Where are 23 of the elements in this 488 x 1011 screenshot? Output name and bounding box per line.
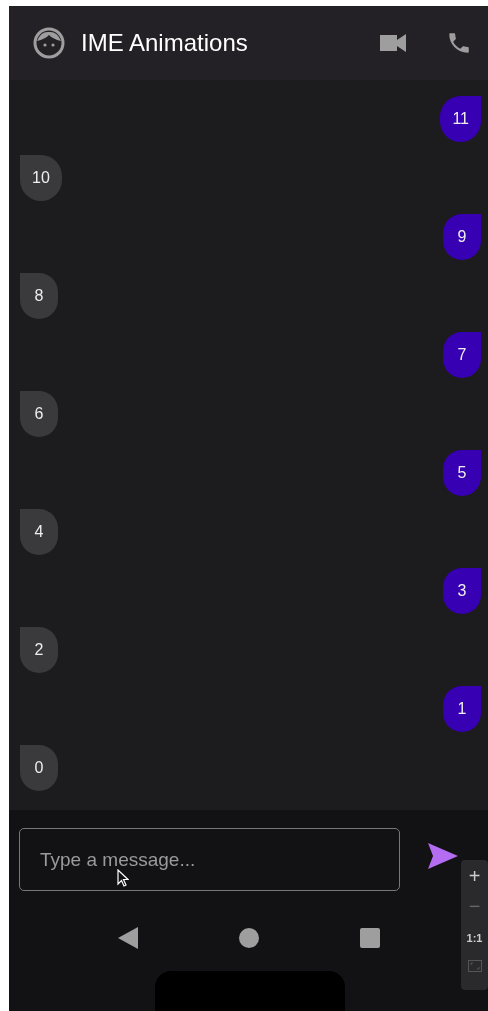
phone-icon[interactable]: [446, 30, 472, 56]
received-message-bubble: 4: [20, 509, 58, 555]
sent-message-bubble: 3: [443, 568, 481, 614]
sent-message-bubble: 7: [443, 332, 481, 378]
received-message-bubble: 2: [20, 627, 58, 673]
video-call-icon[interactable]: [380, 34, 406, 52]
received-message-bubble: 8: [20, 273, 58, 319]
received-message-bubble: 10: [20, 155, 62, 201]
home-icon[interactable]: [239, 928, 259, 948]
zoom-in-button[interactable]: +: [468, 864, 481, 888]
sent-message-bubble: 1: [443, 686, 481, 732]
sent-message-bubble: 11: [440, 96, 481, 142]
sent-message-bubble: 5: [443, 450, 481, 496]
sent-message-bubble: 9: [443, 214, 481, 260]
face-avatar-icon: [33, 27, 65, 59]
message-input-field[interactable]: Type a message...: [19, 828, 400, 891]
send-icon[interactable]: [428, 842, 458, 869]
back-icon[interactable]: [118, 927, 138, 949]
actual-size-button[interactable]: 1:1: [466, 926, 483, 950]
mouse-cursor-icon: [117, 869, 129, 887]
app-title: IME Animations: [81, 29, 248, 57]
received-message-bubble: 0: [20, 745, 58, 791]
received-message-bubble: 6: [20, 391, 58, 437]
